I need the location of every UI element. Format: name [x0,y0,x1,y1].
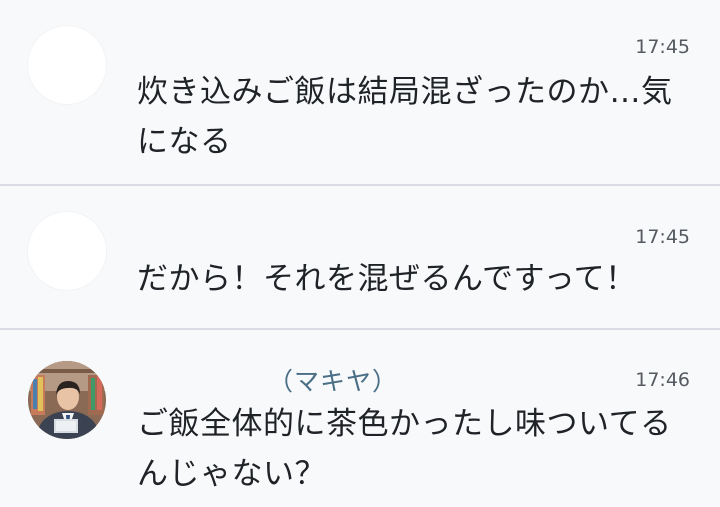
message-text: だから！それを混ぜるんですって！ [137,254,697,304]
avatar[interactable] [28,361,106,439]
message-text-line: ご飯全体的に茶色かったし味ついてる [137,406,672,442]
message-text: ご飯全体的に茶色かったし味ついてる んじゃない？ [137,399,697,499]
message-text: 炊き込みご飯は結局混ざったのか…気 になる [137,67,697,167]
timestamp: 17:45 [635,226,690,248]
avatar[interactable] [28,212,106,290]
chat-message[interactable]: 17:45 炊き込みご飯は結局混ざったのか…気 になる [0,0,720,186]
message-text-line: んじゃない？ [137,456,326,492]
message-text-line: 炊き込みご飯は結局混ざったのか…気 [137,74,673,110]
message-text-line: になる [137,124,232,160]
timestamp: 17:45 [635,36,690,58]
timestamp: 17:46 [635,369,690,391]
avatar[interactable] [28,26,106,104]
chat-message[interactable]: 17:45 だから！それを混ぜるんですって！ [0,186,720,329]
message-feed: 17:45 炊き込みご飯は結局混ざったのか…気 になる 17:45 だから！それ… [0,0,720,507]
sender-name[interactable]: （マキヤ） [268,362,398,398]
message-text-line: だから！それを混ぜるんですって！ [137,261,637,297]
user-photo-icon [28,361,106,439]
chat-message[interactable]: （マキヤ） 17:46 ご飯全体的に茶色かったし味ついてる んじゃない？ [0,330,720,507]
